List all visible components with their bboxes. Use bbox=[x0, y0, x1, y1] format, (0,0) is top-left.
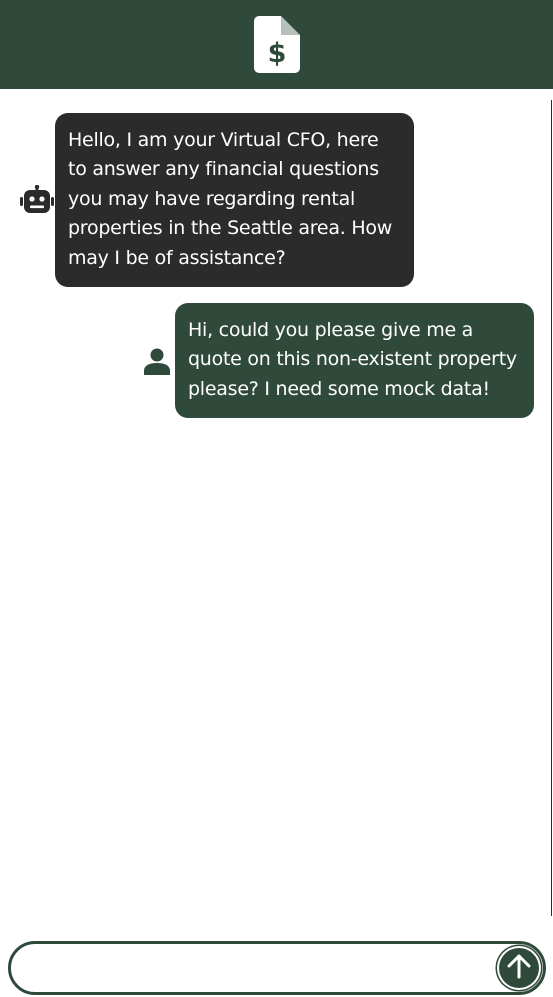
message-composer bbox=[8, 941, 546, 995]
message-input[interactable] bbox=[27, 950, 491, 988]
user-icon bbox=[140, 347, 174, 375]
svg-text:$: $ bbox=[267, 38, 286, 69]
send-button[interactable] bbox=[499, 948, 539, 988]
bot-message-bubble: Hello, I am your Virtual CFO, here to an… bbox=[55, 113, 414, 288]
app-header: $ bbox=[0, 0, 553, 89]
arrow-up-icon bbox=[505, 952, 533, 984]
scrollbar-track[interactable] bbox=[551, 100, 552, 916]
message-row-bot: Hello, I am your Virtual CFO, here to an… bbox=[20, 113, 414, 288]
invoice-dollar-icon: $ bbox=[253, 16, 300, 73]
robot-icon bbox=[20, 185, 54, 215]
message-row-user: Hi, could you please give me a quote on … bbox=[140, 303, 534, 419]
user-message-bubble: Hi, could you please give me a quote on … bbox=[175, 303, 534, 419]
